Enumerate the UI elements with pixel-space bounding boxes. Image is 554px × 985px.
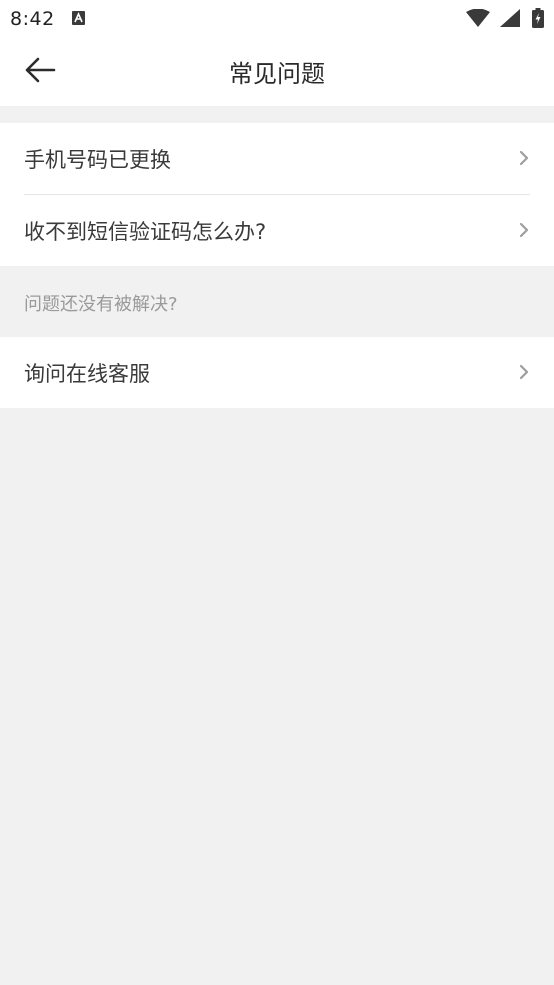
faq-item-phone-changed[interactable]: 手机号码已更换 — [0, 123, 554, 194]
notification-a-icon — [72, 11, 85, 25]
faq-list: 手机号码已更换 收不到短信验证码怎么办? — [0, 123, 554, 266]
chevron-right-icon — [519, 364, 529, 380]
page-title: 常见问题 — [229, 60, 325, 88]
faq-item-label: 手机号码已更换 — [24, 147, 171, 172]
app-bar: 常见问题 — [0, 38, 554, 106]
chevron-right-icon — [519, 150, 529, 166]
support-list: 询问在线客服 — [0, 337, 554, 408]
support-item-label: 询问在线客服 — [24, 361, 150, 386]
status-bar: 8:42 — [0, 0, 554, 38]
wifi-icon — [466, 9, 490, 27]
section-caption: 问题还没有被解决? — [24, 294, 178, 315]
faq-item-label: 收不到短信验证码怎么办? — [24, 219, 267, 244]
cellular-signal-icon — [500, 9, 520, 27]
support-item-online-service[interactable]: 询问在线客服 — [0, 337, 554, 408]
battery-charging-icon — [532, 8, 544, 28]
status-time: 8:42 — [10, 8, 55, 30]
chevron-right-icon — [519, 222, 529, 238]
faq-item-no-sms-code[interactable]: 收不到短信验证码怎么办? — [0, 195, 554, 266]
